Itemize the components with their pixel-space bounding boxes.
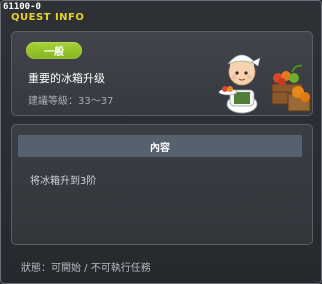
quest-name: 重要的冰箱升级 (28, 72, 105, 85)
content-header: 內容 (18, 135, 302, 157)
recommended-level: 建議等級：33～37 (28, 96, 114, 107)
quest-status: 狀態：可開始 / 不可執行任務 (21, 263, 151, 274)
quest-category-badge: 一般 (26, 42, 82, 59)
quest-id: 61100-0 (3, 2, 41, 12)
quest-content-panel: 內容 将冰箱升到3阶 (11, 124, 313, 245)
window-title: QUEST INFO (11, 12, 85, 23)
chef-npc-icon (218, 54, 311, 114)
content-text: 将冰箱升到3阶 (30, 176, 97, 187)
quest-header-panel: 一般 重要的冰箱升级 建議等級：33～37 (11, 31, 313, 116)
quest-info-window: 61100-0 QUEST INFO 一般 重要的冰箱升级 建議等級：33～37 (0, 0, 322, 284)
